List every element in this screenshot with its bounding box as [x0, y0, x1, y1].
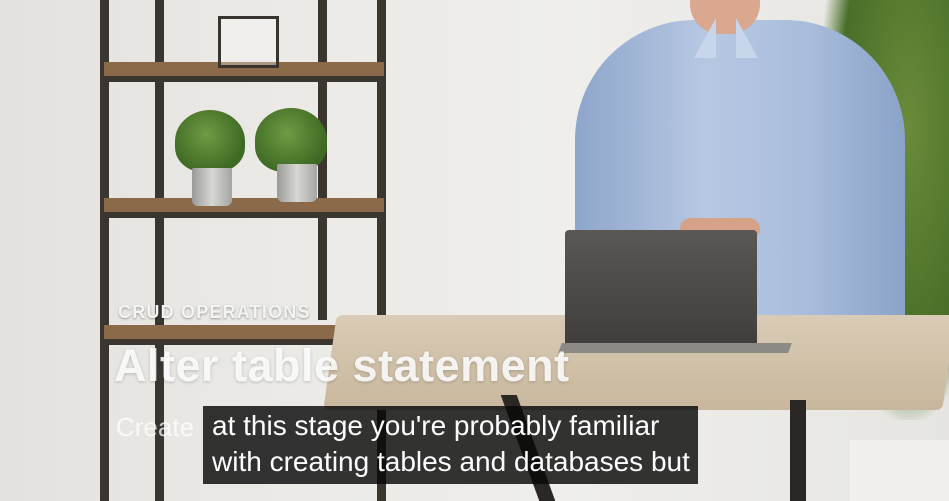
- desk-leg-right: [790, 400, 806, 501]
- picture-frame: [218, 16, 279, 68]
- video-frame[interactable]: CRUD OPERATIONS Alter table statement Cr…: [0, 0, 949, 501]
- planter-left: [192, 168, 232, 206]
- shirt-collar-left: [672, 18, 716, 58]
- video-subtitle: Create: [116, 412, 195, 442]
- potted-plant-left: [175, 110, 245, 172]
- planter-right: [277, 164, 317, 202]
- laptop-base: [558, 343, 792, 353]
- section-kicker: CRUD OPERATIONS: [118, 302, 311, 322]
- potted-plant-right: [255, 108, 327, 172]
- closed-captions[interactable]: at this stage you're probably familiar w…: [203, 406, 698, 484]
- caption-line-1: at this stage you're probably familiar: [212, 410, 660, 441]
- caption-line-2: with creating tables and databases but: [212, 446, 690, 477]
- side-table: [850, 440, 949, 501]
- shirt-collar-right: [736, 18, 780, 58]
- shelf-board-middle: [104, 198, 384, 218]
- laptop: [565, 230, 757, 350]
- video-title: Alter table statement: [114, 340, 570, 391]
